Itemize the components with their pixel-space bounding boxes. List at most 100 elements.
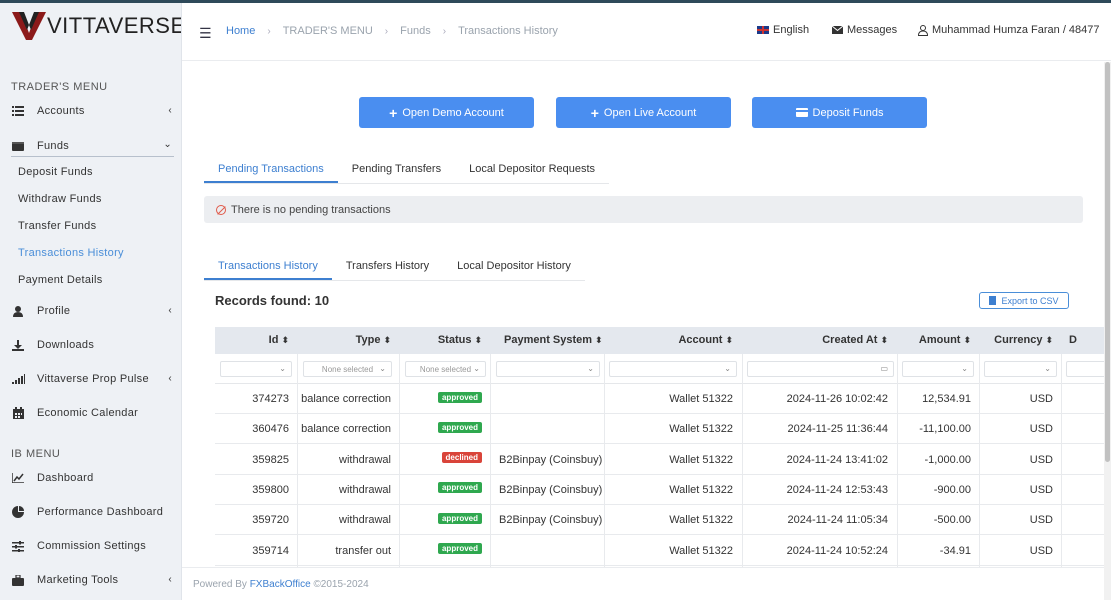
hamburger-menu-icon[interactable]: ☰ xyxy=(199,25,212,42)
sidebar-item-commission-settings[interactable]: Commission Settings xyxy=(11,535,174,557)
sort-icon: ⬍ xyxy=(963,335,971,345)
sidebar-item-label: Economic Calendar xyxy=(37,407,139,419)
tab-local-depositor-requests[interactable]: Local Depositor Requests xyxy=(455,163,609,183)
footer: Powered By FXBackOffice ©2015-2024 xyxy=(182,567,1104,600)
status-badge: declined xyxy=(441,452,482,464)
column-header-status[interactable]: Status ⬍ xyxy=(399,327,482,354)
cell-type: balance correction xyxy=(301,423,391,436)
column-label: Type xyxy=(355,334,381,346)
tab-local-depositor-history[interactable]: Local Depositor History xyxy=(443,260,585,280)
prohibited-icon xyxy=(216,204,226,215)
footer-link[interactable]: FXBackOffice xyxy=(250,579,311,590)
sidebar-item-label: Accounts xyxy=(37,105,85,117)
breadcrumb-current: Transactions History xyxy=(458,25,558,37)
cell-amount: -500.00 xyxy=(933,514,971,527)
table-row[interactable]: 374273 balance correction approved Wallet 5… xyxy=(215,384,1104,414)
chevron-left-icon: ‹ xyxy=(168,373,172,384)
column-header-id[interactable]: Id ⬍ xyxy=(215,327,289,354)
messages-link[interactable]: Messages xyxy=(832,24,897,36)
sliders-icon xyxy=(11,539,25,553)
brand-logo[interactable]: VITTAVERSE xyxy=(12,9,181,43)
tab-pending-transactions[interactable]: Pending Transactions xyxy=(204,163,338,183)
tab-pending-transfers[interactable]: Pending Transfers xyxy=(338,163,455,183)
sidebar-item-economic-calendar[interactable]: Economic Calendar xyxy=(11,402,174,424)
user-menu[interactable]: Muhammad Humza Faran / 48477 xyxy=(918,24,1100,36)
chevron-down-icon: ⌄ xyxy=(163,139,172,150)
sidebar-subitem-withdraw-funds[interactable]: Withdraw Funds xyxy=(18,193,102,205)
column-header-currency[interactable]: Currency ⬍ xyxy=(979,327,1053,354)
id-filter[interactable]: ⌄ xyxy=(220,361,292,377)
sidebar-item-marketing-tools[interactable]: Marketing Tools ‹ xyxy=(11,569,174,591)
cell-amount: -34.91 xyxy=(939,544,971,557)
payment-system-filter[interactable]: ⌄ xyxy=(496,361,600,377)
table-row[interactable]: 359720 withdrawal approved B2Binpay (Coinsb… xyxy=(215,505,1104,536)
export-csv-button[interactable]: Export to CSV xyxy=(979,292,1069,309)
cell-type: withdrawal xyxy=(339,514,391,527)
sidebar-item-profile[interactable]: Profile ‹ xyxy=(11,300,174,322)
footer-copyright: ©2015-2024 xyxy=(313,579,369,590)
table-row[interactable]: 359714 transfer out approved Wallet 51322 20… xyxy=(215,536,1104,566)
amount-filter[interactable]: ⌄ xyxy=(902,361,974,377)
breadcrumb-traders-menu[interactable]: TRADER'S MENU xyxy=(283,25,373,37)
breadcrumb-home[interactable]: Home xyxy=(226,25,255,37)
cell-currency: USD xyxy=(1029,544,1053,557)
sidebar-item-funds[interactable]: Funds ⌄ xyxy=(11,135,174,157)
sidebar-item-downloads[interactable]: Downloads xyxy=(11,334,174,356)
cell-account: Wallet 51322 xyxy=(669,544,733,557)
table-row[interactable]: 360476 balance correction approved Wallet 5… xyxy=(215,414,1104,445)
filter-row: ⌄ None selected ⌄ None selected ⌄ ⌄ ⌄ ▭ ⌄ … xyxy=(215,354,1104,384)
status-filter[interactable]: None selected ⌄ xyxy=(405,361,486,377)
column-label: Amount xyxy=(918,334,961,346)
sidebar-item-accounts[interactable]: Accounts ‹ xyxy=(11,100,174,122)
extra-filter[interactable] xyxy=(1066,361,1104,377)
tab-transfers-history[interactable]: Transfers History xyxy=(332,260,443,280)
chevron-right-icon: › xyxy=(267,25,271,37)
cell-created: 2024-11-24 13:41:02 xyxy=(786,453,888,466)
deposit-funds-button[interactable]: Deposit Funds xyxy=(752,97,927,128)
cell-payment xyxy=(499,414,603,444)
open-live-account-button[interactable]: + Open Live Account xyxy=(556,97,731,128)
tab-transactions-history[interactable]: Transactions History xyxy=(204,260,332,280)
button-label: Export to CSV xyxy=(1001,295,1059,306)
status-badge: approved xyxy=(437,512,482,524)
chevron-right-icon: › xyxy=(384,25,389,37)
button-label: Deposit Funds xyxy=(812,106,884,119)
cell-payment xyxy=(499,536,603,566)
plus-icon: + xyxy=(389,104,398,121)
cell-account: Wallet 51322 xyxy=(669,453,733,466)
sidebar-subitem-transfer-funds[interactable]: Transfer Funds xyxy=(18,220,96,232)
download-icon xyxy=(11,338,25,352)
status-badge: approved xyxy=(437,421,482,433)
scrollbar-thumb[interactable] xyxy=(1105,62,1110,462)
vittaverse-logo-icon xyxy=(12,12,46,40)
breadcrumb-funds[interactable]: Funds xyxy=(400,25,431,37)
language-selector[interactable]: English xyxy=(757,24,809,36)
cell-created: 2024-11-24 12:53:43 xyxy=(786,483,888,496)
sidebar-subitem-payment-details[interactable]: Payment Details xyxy=(18,274,103,286)
created-at-filter[interactable]: ▭ xyxy=(747,361,894,377)
column-header-payment-system[interactable]: Payment System ⬍ xyxy=(504,327,604,354)
sidebar-item-performance-dashboard[interactable]: Performance Dashboard xyxy=(11,501,174,523)
column-header-created-at[interactable]: Created At ⬍ xyxy=(743,327,888,354)
sidebar-subitem-deposit-funds[interactable]: Deposit Funds xyxy=(18,166,93,178)
column-header-amount[interactable]: Amount ⬍ xyxy=(898,327,971,354)
sidebar-item-prop-pulse[interactable]: Vittaverse Prop Pulse ‹ xyxy=(11,368,174,390)
page-scrollbar[interactable] xyxy=(1104,62,1111,600)
open-demo-account-button[interactable]: + Open Demo Account xyxy=(359,97,534,128)
column-header-extra[interactable]: D xyxy=(1069,327,1099,354)
cell-id: 359825 xyxy=(252,453,289,466)
currency-filter[interactable]: ⌄ xyxy=(984,361,1057,377)
file-icon xyxy=(989,296,997,305)
ib-menu-title: IB MENU xyxy=(11,448,61,460)
table-row[interactable]: 359800 withdrawal approved B2Binpay (Coinsb… xyxy=(215,475,1104,505)
account-filter[interactable]: ⌄ xyxy=(609,361,737,377)
sidebar-subitem-transactions-history[interactable]: Transactions History xyxy=(18,247,124,259)
sidebar-item-label: Dashboard xyxy=(37,472,94,484)
type-filter[interactable]: None selected ⌄ xyxy=(303,361,392,377)
table-header: Id ⬍ Type ⬍ Status ⬍ Payment System ⬍ Accoun… xyxy=(215,327,1104,354)
table-row[interactable]: 359825 withdrawal declined B2Binpay (Coinsb… xyxy=(215,445,1104,475)
chevron-down-icon: ⌄ xyxy=(587,364,594,373)
column-header-account[interactable]: Account ⬍ xyxy=(605,327,733,354)
column-header-type[interactable]: Type ⬍ xyxy=(297,327,391,354)
sidebar-item-dashboard[interactable]: Dashboard xyxy=(11,467,174,489)
